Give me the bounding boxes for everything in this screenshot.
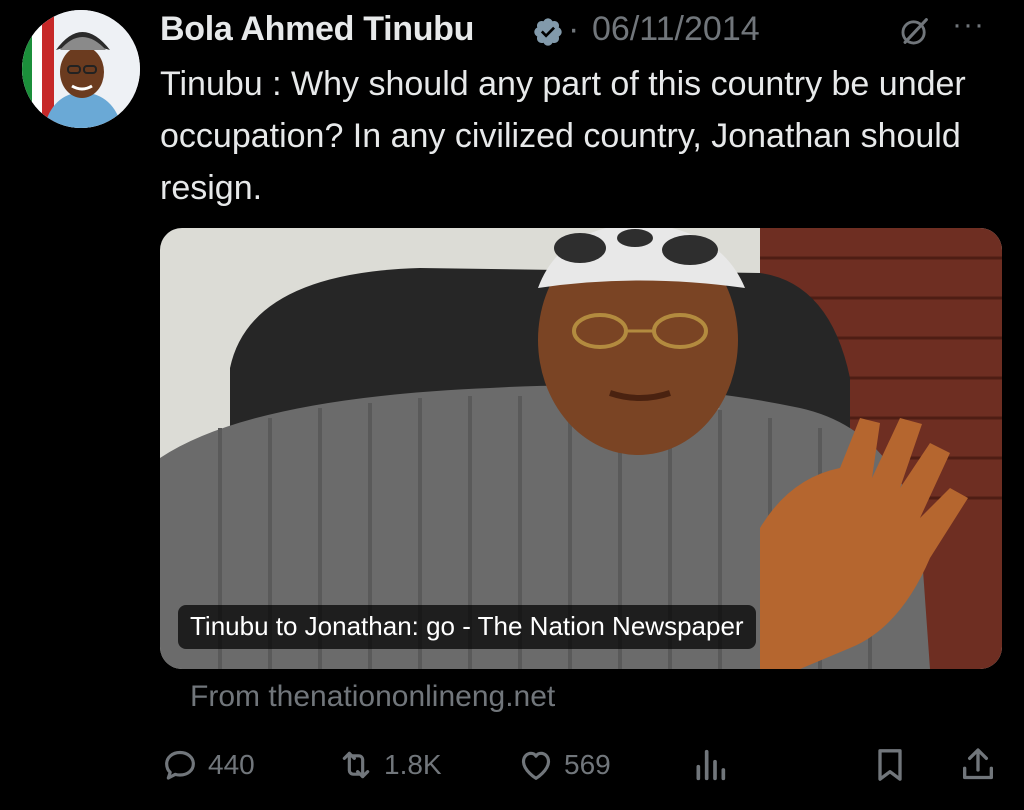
bookmark-button[interactable] bbox=[870, 740, 910, 790]
link-card[interactable]: Tinubu to Jonathan: go - The Nation News… bbox=[160, 228, 1002, 669]
verified-badge-icon bbox=[534, 18, 562, 46]
views-button[interactable] bbox=[690, 740, 730, 790]
tweet-header: Bola Ahmed Tinubu · 06/11/2014 ··· bbox=[160, 6, 1010, 50]
card-title: Tinubu to Jonathan: go - The Nation News… bbox=[178, 605, 756, 649]
tweet-date[interactable]: 06/11/2014 bbox=[592, 10, 760, 49]
action-bar: 440 1.8K 569 bbox=[0, 740, 1024, 790]
repost-count: 1.8K bbox=[384, 749, 442, 780]
like-button[interactable]: 569 bbox=[516, 740, 611, 790]
like-count: 569 bbox=[564, 749, 611, 780]
separator: · bbox=[568, 10, 580, 48]
more-icon[interactable]: ··· bbox=[952, 8, 985, 42]
reply-icon bbox=[165, 750, 195, 780]
author-name[interactable]: Bola Ahmed Tinubu bbox=[160, 10, 474, 49]
repost-button[interactable]: 1.8K bbox=[336, 740, 442, 790]
card-image bbox=[160, 228, 1002, 669]
card-source[interactable]: From thenationonlineng.net bbox=[190, 680, 555, 714]
tweet-text: Tinubu : Why should any part of this cou… bbox=[160, 65, 966, 207]
bookmark-icon bbox=[878, 749, 902, 781]
reply-count: 440 bbox=[208, 749, 255, 780]
like-icon bbox=[521, 751, 551, 780]
grok-icon[interactable] bbox=[898, 14, 932, 48]
author-avatar[interactable] bbox=[22, 10, 140, 128]
share-button[interactable] bbox=[958, 740, 998, 790]
repost-icon bbox=[342, 751, 370, 779]
reply-button[interactable]: 440 bbox=[160, 740, 255, 790]
views-icon bbox=[696, 749, 726, 781]
share-icon bbox=[963, 748, 993, 780]
